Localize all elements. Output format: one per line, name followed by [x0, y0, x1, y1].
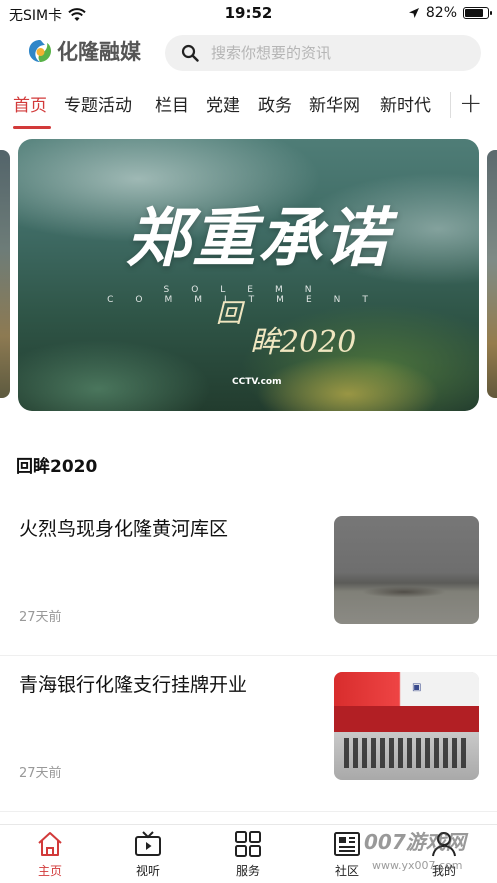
tab-special-events[interactable]: 专题活动	[64, 91, 132, 116]
news-thumbnail: ▣	[334, 672, 479, 780]
logo-text: 化隆融媒	[57, 40, 141, 64]
banner-title: 郑重承诺	[126, 201, 390, 276]
cctv-logo: CCTV.com	[232, 377, 282, 387]
nav-label: 主页	[37, 864, 62, 878]
newspaper-icon	[334, 832, 360, 856]
nav-services[interactable]: 服务	[218, 829, 278, 879]
tab-new-era[interactable]: 新时代	[380, 91, 431, 116]
tab-xinhua[interactable]: 新华网	[309, 91, 360, 116]
nav-home[interactable]: 主页	[20, 829, 80, 879]
battery-icon	[463, 7, 492, 19]
tab-party-building[interactable]: 党建	[206, 91, 240, 116]
logo-mark-icon	[29, 40, 51, 62]
thumb-sign-top	[334, 672, 479, 706]
list-item[interactable]: 青海银行化隆支行挂牌开业 27天前 ▣	[0, 672, 497, 812]
list-divider	[0, 811, 497, 812]
active-tab-indicator	[13, 126, 51, 129]
home-icon	[38, 832, 62, 856]
channel-tabs: 首页 专题活动 栏目 党建 政务 新华网 新时代 +	[0, 86, 497, 130]
nav-media[interactable]: 视听	[118, 829, 178, 879]
nav-label: 视听	[135, 864, 160, 878]
grid-icon	[235, 831, 261, 857]
banner-slide[interactable]: 郑重承诺 SOLEMN COMMITMENT 回 眸2020 CCTV.com	[18, 139, 479, 411]
watermark: 007游戏网	[364, 830, 466, 854]
news-title: 火烈鸟现身化隆黄河库区	[19, 518, 229, 540]
news-time: 27天前	[19, 610, 62, 625]
battery-percent: 82%	[425, 5, 457, 21]
status-bar: 无SIM卡 19:52 82%	[0, 0, 497, 28]
add-channel-button[interactable]: +	[459, 86, 482, 119]
news-title: 青海银行化隆支行挂牌开业	[19, 674, 248, 696]
banner-mark-line1: 回	[216, 299, 243, 329]
watermark-url: www.yx007.com	[372, 859, 463, 872]
banner-mark-line2: 眸2020	[250, 325, 357, 360]
thumb-banner	[334, 706, 479, 732]
banner-prev-peek[interactable]	[0, 150, 10, 398]
news-time: 27天前	[19, 766, 62, 781]
list-divider	[0, 655, 497, 656]
thumb-bank-sign: ▣	[412, 682, 422, 693]
search-input[interactable]	[211, 44, 451, 62]
news-thumbnail	[334, 516, 479, 624]
banner-next-peek[interactable]	[487, 150, 497, 398]
battery-fill	[465, 9, 484, 17]
tab-columns[interactable]: 栏目	[155, 91, 189, 116]
section-title: 回眸2020	[16, 457, 98, 477]
nav-label: 社区	[334, 864, 359, 878]
location-icon	[408, 8, 419, 18]
search-icon	[181, 44, 199, 62]
app-header: 化隆融媒	[0, 32, 497, 76]
tv-icon	[135, 831, 161, 856]
tab-divider	[450, 92, 451, 118]
app-logo[interactable]: 化隆融媒	[26, 36, 141, 66]
tab-home[interactable]: 首页	[13, 91, 47, 116]
thumb-people	[344, 738, 469, 768]
list-item[interactable]: 火烈鸟现身化隆黄河库区 27天前	[0, 516, 497, 656]
banner-subtitle: SOLEMN COMMITMENT	[107, 285, 390, 305]
status-right: 82%	[408, 5, 492, 21]
tab-government[interactable]: 政务	[258, 91, 292, 116]
search-bar[interactable]	[165, 35, 481, 71]
nav-label: 服务	[235, 864, 260, 878]
